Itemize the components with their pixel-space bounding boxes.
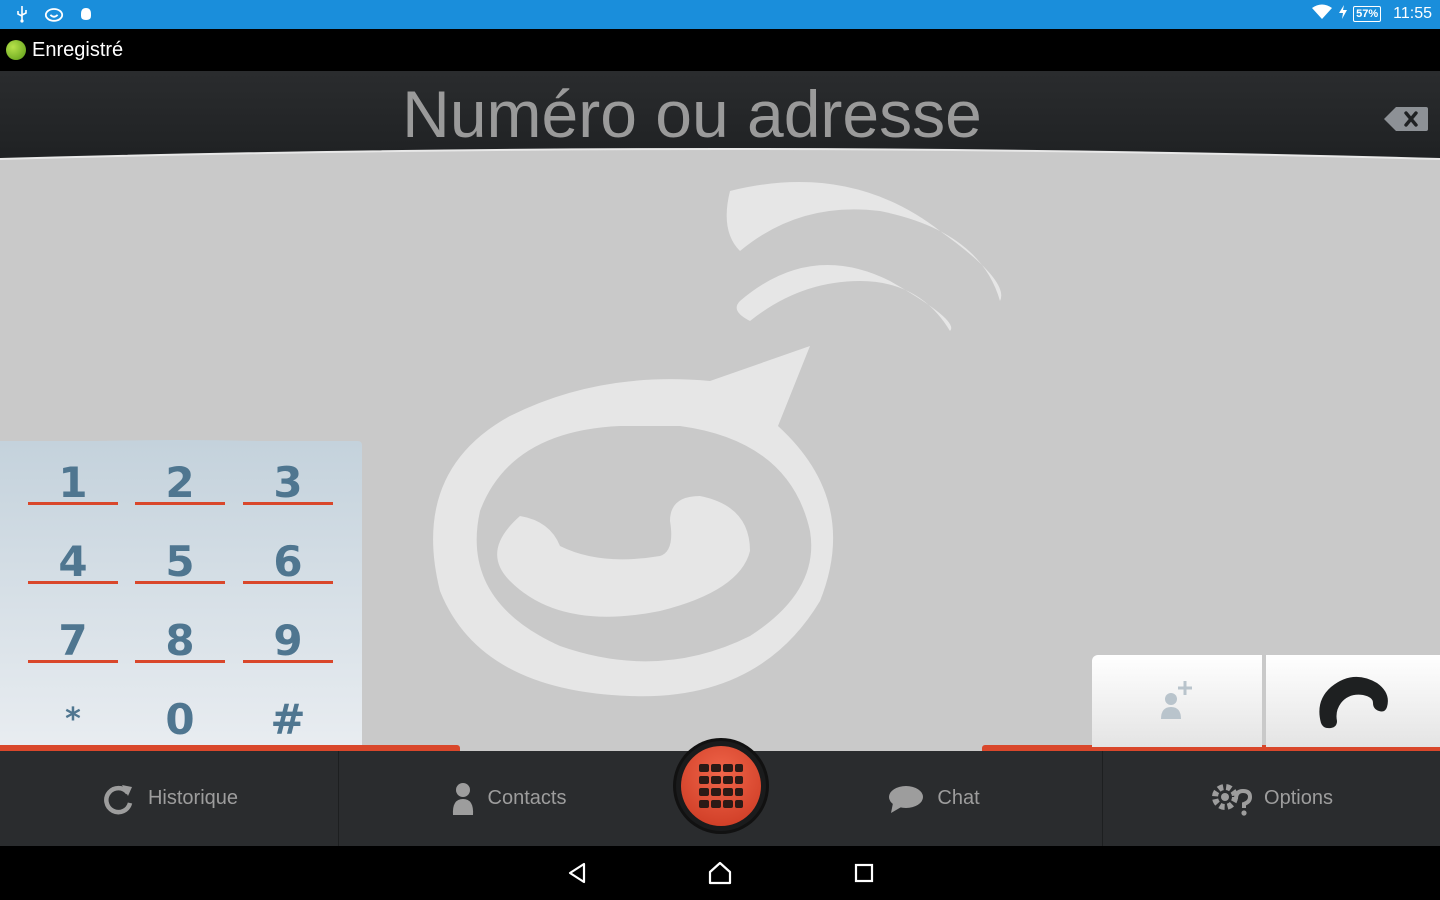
system-navigation-bar xyxy=(0,846,1440,900)
android-debug-icon xyxy=(76,4,96,24)
home-icon xyxy=(708,861,732,885)
address-input[interactable] xyxy=(0,79,1384,149)
keypad-icon xyxy=(699,764,743,808)
person-icon xyxy=(452,782,473,815)
dialpad-key-label: 1 xyxy=(58,457,88,507)
dialpad-key-0[interactable]: 0 xyxy=(135,688,225,750)
dialpad: 1 2 3 4 5 6 7 8 9 * 0 # xyxy=(0,441,362,751)
dialpad-key-label: 4 xyxy=(58,536,88,586)
dialpad-key-label: 6 xyxy=(273,536,303,586)
charging-icon xyxy=(1339,5,1348,23)
dialpad-key-label: # xyxy=(270,694,306,744)
refresh-icon xyxy=(104,784,133,814)
registration-indicator-icon xyxy=(6,40,26,60)
dialpad-toggle-button[interactable] xyxy=(676,741,766,831)
address-bar-edge xyxy=(0,148,1440,167)
gears-question-icon xyxy=(1212,783,1253,816)
tab-options[interactable]: Options xyxy=(1103,751,1440,846)
dialpad-key-4[interactable]: 4 xyxy=(28,530,118,592)
dialpad-key-star[interactable]: * xyxy=(28,688,118,750)
app-notification-icon xyxy=(44,4,64,24)
battery-level: 57% xyxy=(1353,6,1382,22)
backspace-icon xyxy=(1384,107,1428,131)
dialpad-key-hash[interactable]: # xyxy=(243,688,333,750)
dialpad-key-label: 3 xyxy=(273,457,303,507)
dialpad-toggle-face xyxy=(681,746,761,826)
usb-icon xyxy=(12,4,32,24)
dialpad-key-label: * xyxy=(65,701,81,737)
status-bar: 57% 11:55 xyxy=(0,0,1440,29)
tab-contacts[interactable]: Contacts xyxy=(339,751,677,846)
call-button[interactable] xyxy=(1266,655,1440,747)
dialer-main: 1 2 3 4 5 6 7 8 9 * 0 # xyxy=(0,71,1440,751)
registration-status: Enregistré xyxy=(32,38,124,61)
system-status: 57% 11:55 xyxy=(1311,4,1432,24)
dialpad-key-label: 2 xyxy=(165,457,195,507)
phone-handset-icon xyxy=(1319,676,1388,729)
tab-chat[interactable]: Chat xyxy=(765,751,1102,846)
back-triangle-icon xyxy=(568,862,586,884)
tab-chat-label: Chat xyxy=(937,787,980,809)
wifi-icon xyxy=(1311,4,1333,24)
dialpad-key-label: 8 xyxy=(165,615,195,665)
speech-bubble-icon xyxy=(889,785,924,813)
dialpad-key-5[interactable]: 5 xyxy=(135,530,225,592)
registration-bar: Enregistré xyxy=(0,29,1440,71)
dialpad-key-7[interactable]: 7 xyxy=(28,609,118,671)
dialpad-key-label: 0 xyxy=(165,694,195,744)
call-actions xyxy=(1092,655,1440,747)
tab-history-label: Historique xyxy=(147,787,239,809)
dialpad-key-label: 9 xyxy=(273,615,303,665)
nav-home-button[interactable] xyxy=(703,858,737,888)
dialpad-key-1[interactable]: 1 xyxy=(28,451,118,513)
dialpad-key-6[interactable]: 6 xyxy=(243,530,333,592)
dialpad-key-label: 5 xyxy=(165,536,195,586)
dialpad-key-label: 7 xyxy=(58,615,88,665)
dialpad-key-2[interactable]: 2 xyxy=(135,451,225,513)
add-contact-button[interactable] xyxy=(1092,655,1262,747)
dialpad-key-8[interactable]: 8 xyxy=(135,609,225,671)
add-contact-icon xyxy=(1161,681,1192,719)
tab-history[interactable]: Historique xyxy=(0,751,338,846)
recents-square-icon xyxy=(854,863,874,883)
clock: 11:55 xyxy=(1393,5,1432,22)
app-logo-watermark xyxy=(433,182,1002,697)
notification-icons xyxy=(12,4,96,24)
backspace-button[interactable] xyxy=(1382,105,1430,133)
tab-contacts-label: Contacts xyxy=(487,787,567,809)
tab-options-label: Options xyxy=(1264,787,1333,809)
nav-back-button[interactable] xyxy=(560,858,594,888)
nav-recents-button[interactable] xyxy=(847,858,881,888)
dialpad-key-9[interactable]: 9 xyxy=(243,609,333,671)
dialpad-key-3[interactable]: 3 xyxy=(243,451,333,513)
